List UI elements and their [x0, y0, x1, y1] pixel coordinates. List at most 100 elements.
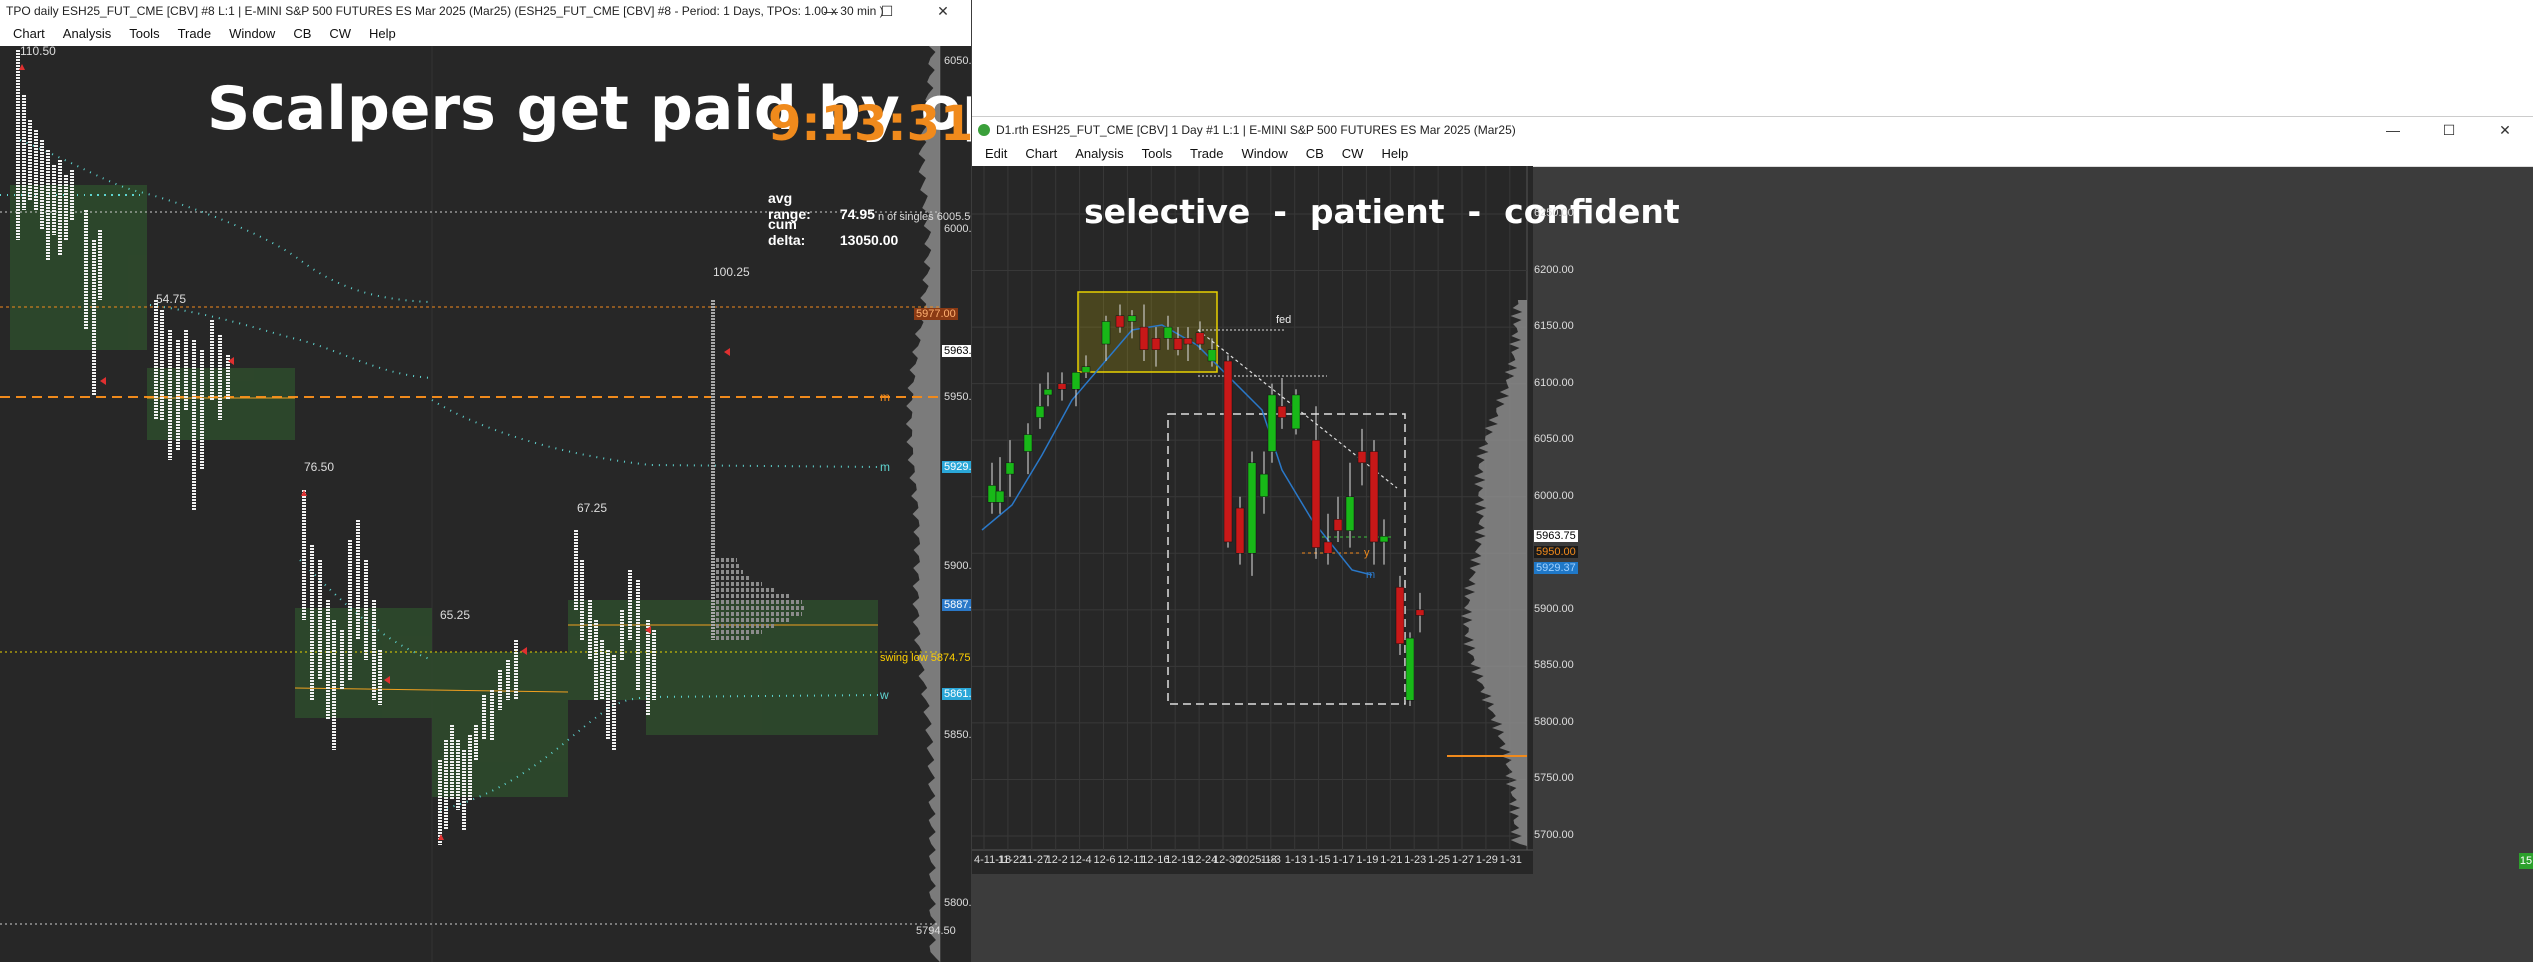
- candle-body: [1379, 536, 1389, 543]
- y-annotation: y: [1364, 547, 1370, 559]
- candle-body: [1071, 372, 1081, 390]
- date-axis-label: 1-27: [1452, 854, 1475, 866]
- date-axis-label: 12-2: [1045, 854, 1068, 866]
- daily-chart-window: D1.rth ESH25_FUT_CME [CBV] 1 Day #1 L:1 …: [972, 0, 2533, 962]
- price-tag: 5963.75: [1534, 530, 1578, 542]
- price-axis-label: 5800.00: [944, 897, 971, 909]
- range-label: 65.25: [440, 608, 471, 622]
- price-tag: 5794.50: [916, 925, 956, 937]
- date-axis-label: 1-19: [1356, 854, 1379, 866]
- range-label: 54.75: [156, 292, 187, 306]
- candle-body: [995, 490, 1005, 503]
- daily-headline: selective - patient - confident: [1084, 192, 1680, 231]
- price-axis-label: 6100.00: [1534, 376, 1574, 389]
- candle-body: [1043, 389, 1053, 396]
- m-annotation: m: [1366, 569, 1376, 581]
- candle-body: [1291, 394, 1301, 430]
- date-axis-label: 1-31: [1499, 854, 1522, 866]
- cum-delta-value: 13050.00: [839, 232, 899, 248]
- candle-body: [1395, 586, 1405, 644]
- price-axis-label: 6200.00: [1534, 263, 1574, 276]
- candle-body: [1311, 439, 1321, 548]
- price-axis-label: 5850.00: [1534, 659, 1574, 672]
- date-axis-label: 12-6: [1093, 854, 1116, 866]
- price-axis-label: 6000.00: [1534, 489, 1574, 502]
- date-axis-label: 1-29: [1475, 854, 1498, 866]
- candle-body: [1415, 609, 1425, 616]
- corner-badge: 15: [2519, 853, 2533, 869]
- line-marker-m: m: [880, 390, 890, 404]
- candle-body: [1139, 326, 1149, 350]
- candle-body: [1151, 338, 1161, 350]
- price-tag: 5950.00: [1534, 546, 1578, 558]
- price-tag: 5929.37: [1534, 562, 1578, 574]
- candle-body: [1247, 462, 1257, 554]
- swing-low-label: swing low: [880, 652, 928, 664]
- daily-chart-canvas[interactable]: [972, 0, 2533, 962]
- price-axis-label: 5900.00: [944, 560, 971, 572]
- date-axis-label: 1-25: [1428, 854, 1451, 866]
- candle-body: [1173, 338, 1183, 350]
- candle-body: [1235, 507, 1245, 554]
- price-axis-label: 6050.00: [944, 55, 971, 67]
- candle-body: [1195, 332, 1205, 345]
- swing-low-value: 5874.75: [930, 652, 971, 664]
- price-tag-value: 6005.50: [936, 211, 971, 223]
- candle-body: [1223, 360, 1233, 543]
- candle-body: [1267, 394, 1277, 452]
- candle-body: [1405, 637, 1415, 701]
- price-axis-label: 6250.00: [1534, 207, 1574, 219]
- candle-body: [1357, 451, 1367, 464]
- date-axis-label: 1-21: [1380, 854, 1403, 866]
- price-axis-label: 5700.00: [1534, 829, 1574, 841]
- price-axis-label: 6150.00: [1534, 320, 1574, 333]
- date-axis-label: 1-8: [1260, 854, 1277, 866]
- candle-body: [1115, 315, 1125, 328]
- range-label: 76.50: [304, 460, 335, 474]
- price-axis-label: 5750.00: [1534, 772, 1574, 785]
- candle-body: [1081, 366, 1091, 373]
- candle-body: [1101, 321, 1111, 345]
- candle-body: [1127, 315, 1137, 322]
- line-marker-m: m: [880, 460, 890, 474]
- range-label: 67.25: [577, 501, 608, 515]
- candle-body: [1323, 541, 1333, 554]
- price-axis-label: 5850.00: [944, 729, 971, 741]
- price-tag: 5977.00: [914, 308, 958, 320]
- candle-body: [1057, 383, 1067, 390]
- price-tag: 5929.37: [942, 461, 971, 473]
- price-tag-singles: n of singles 6005.50: [878, 211, 971, 223]
- date-axis-label: 12-4: [1069, 854, 1092, 866]
- price-axis-label: 5800.00: [1534, 715, 1574, 728]
- date-axis-label: 1-13: [1284, 854, 1307, 866]
- date-axis-label: 1-15: [1308, 854, 1331, 866]
- candle-body: [1333, 519, 1343, 531]
- price-tag-prefix: n of singles: [878, 211, 934, 223]
- price-axis-label: 5900.00: [1534, 602, 1574, 615]
- range-label: 110.50: [20, 44, 56, 58]
- candle-body: [1259, 473, 1269, 497]
- candle-body: [1023, 434, 1033, 452]
- fed-annotation: fed: [1276, 314, 1292, 326]
- price-axis-label: 6000.00: [944, 223, 971, 235]
- range-label: 100.25: [713, 265, 750, 279]
- price-axis-label: 6050.00: [1534, 433, 1574, 446]
- price-tag: 5861.62: [942, 688, 971, 700]
- candle-body: [987, 485, 997, 503]
- candle-body: [1207, 349, 1217, 362]
- tpo-chart-window: TPO daily ESH25_FUT_CME [CBV] #8 L:1 | E…: [0, 0, 971, 962]
- price-tag: 5887.00: [942, 599, 971, 611]
- date-axis-label: 1-23: [1404, 854, 1427, 866]
- price-axis-label: 5950.00: [944, 391, 971, 403]
- candle-body: [1163, 326, 1173, 339]
- clock: 9:13:31: [768, 96, 971, 152]
- candle-body: [1369, 451, 1379, 543]
- price-tag: 5963.50: [942, 345, 971, 357]
- price-tag-swing-low: swing low 5874.75: [880, 652, 971, 664]
- candle-body: [1005, 462, 1015, 475]
- line-marker-w: w: [880, 688, 889, 702]
- candle-body: [1277, 406, 1287, 418]
- candle-body: [1035, 406, 1045, 418]
- cum-delta-label: cum delta:: [768, 216, 806, 248]
- date-axis-label: 1-17: [1332, 854, 1355, 866]
